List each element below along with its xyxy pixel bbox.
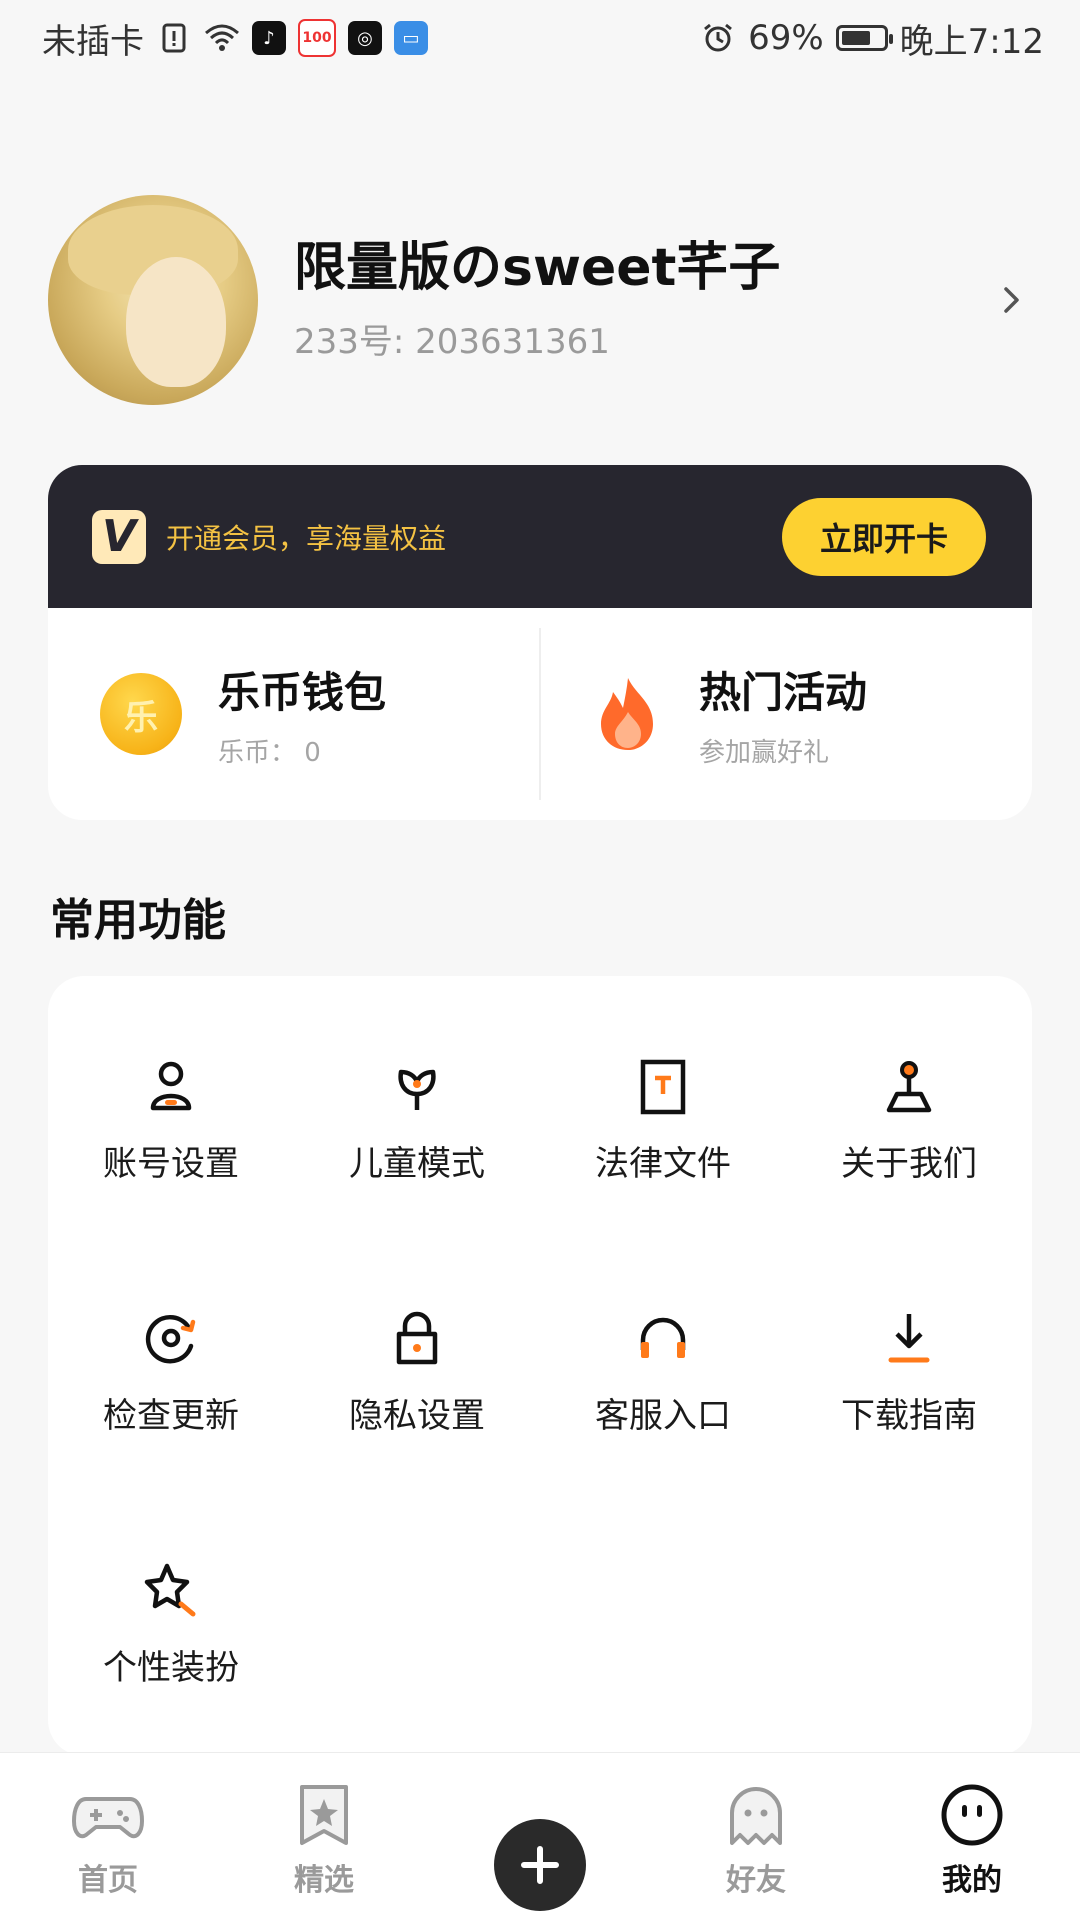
wallet-icon: ▭ bbox=[394, 21, 428, 55]
profile-header[interactable]: 限量版のsweet芊子 233号: 203631361 bbox=[48, 194, 1032, 406]
nav-label: 好友 bbox=[726, 1863, 786, 1898]
functions-card: 账号设置 儿童模式 法律文件 关于我们 检查更新 隐私设置 客服入口 下载指南 … bbox=[48, 976, 1032, 1756]
vip-card: V 开通会员，享海量权益 立即开卡 乐 乐币钱包 乐币： 0 热门活动 参加赢好… bbox=[48, 465, 1032, 820]
activity-subtitle: 参加赢好礼 bbox=[699, 738, 830, 768]
download-icon bbox=[877, 1306, 941, 1370]
kids-mode-icon bbox=[385, 1054, 449, 1118]
function-label: 账号设置 bbox=[103, 1144, 239, 1184]
battery-icon bbox=[835, 25, 893, 51]
personal-decoration-button[interactable]: 个性装扮 bbox=[48, 1480, 294, 1688]
nav-featured[interactable]: 精选 bbox=[234, 1753, 414, 1899]
coin-icon: 乐 bbox=[100, 673, 182, 755]
vip-shortcuts: 乐 乐币钱包 乐币： 0 热门活动 参加赢好礼 bbox=[48, 608, 1032, 820]
function-label: 下载指南 bbox=[841, 1396, 977, 1436]
wallet-balance: 乐币： 0 bbox=[218, 738, 321, 768]
activity-entry[interactable]: 热门活动 参加赢好礼 bbox=[541, 608, 1032, 820]
smiley-face-icon bbox=[936, 1783, 1008, 1847]
wallet-title: 乐币钱包 bbox=[218, 668, 387, 717]
status-left: 未插卡 ♪ 100 ◎ ▭ bbox=[42, 14, 428, 63]
alarm-icon bbox=[700, 20, 736, 56]
about-us-icon bbox=[877, 1054, 941, 1118]
status-bar: 未插卡 ♪ 100 ◎ ▭ 69% 晚上7:12 bbox=[0, 0, 1080, 76]
vip-promo-text: 开通会员，享海量权益 bbox=[166, 521, 447, 555]
bottom-nav: 首页 精选 好友 我的 bbox=[0, 1752, 1080, 1921]
ghost-icon bbox=[720, 1783, 792, 1847]
plus-icon bbox=[494, 1819, 586, 1911]
function-label: 关于我们 bbox=[841, 1144, 977, 1184]
status-right: 69% 晚上7:12 bbox=[700, 14, 1044, 63]
check-update-icon bbox=[139, 1306, 203, 1370]
about-us-button[interactable]: 关于我们 bbox=[786, 976, 1032, 1184]
function-label: 个性装扮 bbox=[103, 1648, 239, 1688]
nav-label-active: 我的 bbox=[938, 1855, 1006, 1899]
app-d-icon: ◎ bbox=[348, 21, 382, 55]
nav-create[interactable] bbox=[450, 1753, 630, 1911]
headset-icon bbox=[631, 1306, 695, 1370]
account-settings-icon bbox=[139, 1054, 203, 1118]
clock-time: 晚上7:12 bbox=[899, 21, 1044, 62]
section-title: 常用功能 bbox=[50, 895, 226, 946]
wallet-entry[interactable]: 乐 乐币钱包 乐币： 0 bbox=[48, 608, 539, 820]
user-id: 233号: 203631361 bbox=[294, 321, 610, 362]
function-label: 检查更新 bbox=[103, 1396, 239, 1436]
sim-alert-icon bbox=[156, 20, 192, 56]
battery-percent: 69% bbox=[748, 18, 824, 58]
vip-logo-icon: V bbox=[92, 509, 146, 564]
profile-info: 限量版のsweet芊子 233号: 203631361 bbox=[294, 237, 992, 362]
legal-documents-button[interactable]: 法律文件 bbox=[540, 976, 786, 1184]
privacy-lock-icon bbox=[385, 1306, 449, 1370]
vip-promo: V 开通会员，享海量权益 bbox=[92, 509, 447, 564]
function-label: 隐私设置 bbox=[349, 1396, 485, 1436]
nav-home[interactable]: 首页 bbox=[18, 1753, 198, 1899]
vip-banner[interactable]: V 开通会员，享海量权益 立即开卡 bbox=[48, 465, 1032, 608]
legal-document-icon bbox=[631, 1054, 695, 1118]
function-label: 客服入口 bbox=[595, 1396, 731, 1436]
wifi-icon bbox=[204, 20, 240, 56]
function-label: 儿童模式 bbox=[349, 1144, 485, 1184]
bookmark-star-icon bbox=[288, 1783, 360, 1847]
nav-label: 精选 bbox=[294, 1863, 354, 1898]
check-update-button[interactable]: 检查更新 bbox=[48, 1228, 294, 1436]
nav-me[interactable]: 我的 bbox=[882, 1753, 1062, 1899]
carrier-text: 未插卡 bbox=[42, 21, 144, 62]
nav-label: 首页 bbox=[78, 1863, 138, 1898]
privacy-settings-button[interactable]: 隐私设置 bbox=[294, 1228, 540, 1436]
gamepad-icon bbox=[72, 1783, 144, 1847]
username: 限量版のsweet芊子 bbox=[294, 238, 781, 299]
avatar[interactable] bbox=[48, 195, 258, 405]
account-settings-button[interactable]: 账号设置 bbox=[48, 976, 294, 1184]
nav-friends[interactable]: 好友 bbox=[666, 1753, 846, 1899]
customer-service-button[interactable]: 客服入口 bbox=[540, 1228, 786, 1436]
star-decorate-icon bbox=[139, 1558, 203, 1622]
open-vip-button[interactable]: 立即开卡 bbox=[782, 497, 986, 576]
fire-icon bbox=[593, 674, 663, 754]
activity-title: 热门活动 bbox=[699, 668, 868, 717]
score-100-icon: 100 bbox=[298, 19, 336, 57]
function-label: 法律文件 bbox=[595, 1144, 731, 1184]
download-guide-button[interactable]: 下载指南 bbox=[786, 1228, 1032, 1436]
chevron-right-icon[interactable] bbox=[992, 280, 1032, 320]
kids-mode-button[interactable]: 儿童模式 bbox=[294, 976, 540, 1184]
functions-grid: 账号设置 儿童模式 法律文件 关于我们 检查更新 隐私设置 客服入口 下载指南 … bbox=[48, 976, 1032, 1756]
tiktok-icon: ♪ bbox=[252, 21, 286, 55]
